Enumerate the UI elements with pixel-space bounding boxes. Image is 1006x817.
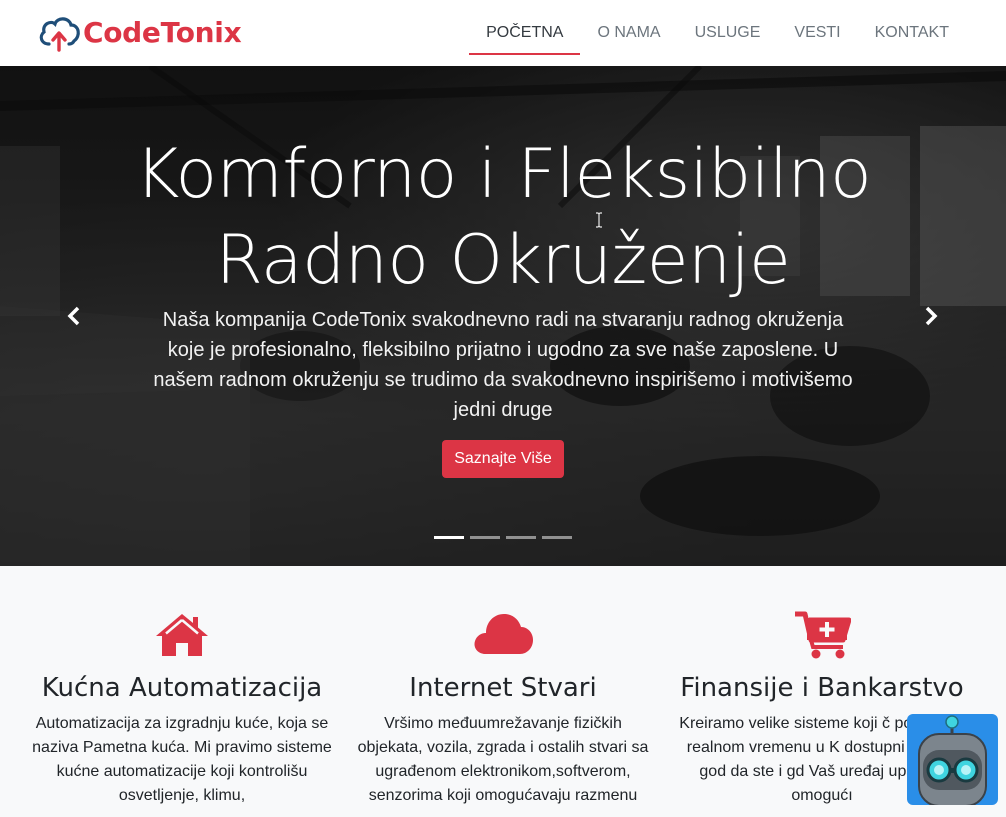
feature-title: Finansije i Bankarstvo bbox=[680, 673, 964, 703]
chevron-right-icon bbox=[925, 306, 938, 326]
hero-title-line1: Komforno i Fleksibilno bbox=[134, 135, 872, 214]
hero-title-line2: Radno Okruženje bbox=[215, 221, 791, 300]
feature-title: Internet Stvari bbox=[409, 673, 597, 703]
main-nav: POČETNA O NAMA USLUGE VESTI KONTAKT bbox=[469, 0, 966, 66]
carousel-indicator-4[interactable] bbox=[542, 536, 572, 539]
carousel-indicator-1[interactable] bbox=[434, 536, 464, 539]
brand-name: CodeTonix bbox=[83, 15, 242, 49]
home-icon bbox=[156, 614, 208, 656]
features-section: Kućna Automatizacija Automatizacija za i… bbox=[0, 566, 1006, 817]
hero-carousel: Komforno i Fleksibilno Radno Okruženje N… bbox=[0, 66, 1006, 566]
carousel-indicator-2[interactable] bbox=[470, 536, 500, 539]
cloud-upload-logo-icon bbox=[39, 17, 80, 52]
hero-description: Naša kompanija CodeTonix svakodnevno rad… bbox=[153, 309, 853, 421]
carousel-indicator-3[interactable] bbox=[506, 536, 536, 539]
cart-plus-icon bbox=[795, 611, 851, 659]
hero-title: Komforno i Fleksibilno Radno Okruženje bbox=[0, 132, 1006, 304]
learn-more-button[interactable]: Saznajte Više bbox=[442, 440, 564, 478]
text-cursor-icon bbox=[596, 212, 602, 228]
chatbot-launcher-button[interactable] bbox=[907, 714, 998, 805]
nav-link-kontakt[interactable]: KONTAKT bbox=[858, 1, 966, 41]
carousel-prev-button[interactable] bbox=[59, 301, 89, 331]
feature-description: Automatizacija za izgradnju kuće, koja s… bbox=[32, 715, 332, 804]
robot-icon bbox=[918, 715, 987, 805]
brand-logo[interactable]: CodeTonix bbox=[37, 10, 242, 54]
feature-title: Kućna Automatizacija bbox=[41, 673, 323, 703]
chevron-left-icon bbox=[67, 306, 80, 326]
nav-link-vesti[interactable]: VESTI bbox=[777, 1, 857, 41]
navbar: CodeTonix POČETNA O NAMA USLUGE VESTI KO… bbox=[0, 0, 1006, 66]
carousel-indicators bbox=[434, 536, 572, 539]
nav-link-usluge[interactable]: USLUGE bbox=[678, 1, 778, 41]
nav-link-o-nama[interactable]: O NAMA bbox=[580, 1, 677, 41]
feature-description: Vršimo međuumrežavanje fizičkih objekata… bbox=[357, 715, 649, 804]
cloud-icon bbox=[474, 614, 533, 654]
nav-link-pocetna[interactable]: POČETNA bbox=[469, 1, 581, 55]
carousel-next-button[interactable] bbox=[916, 301, 946, 331]
